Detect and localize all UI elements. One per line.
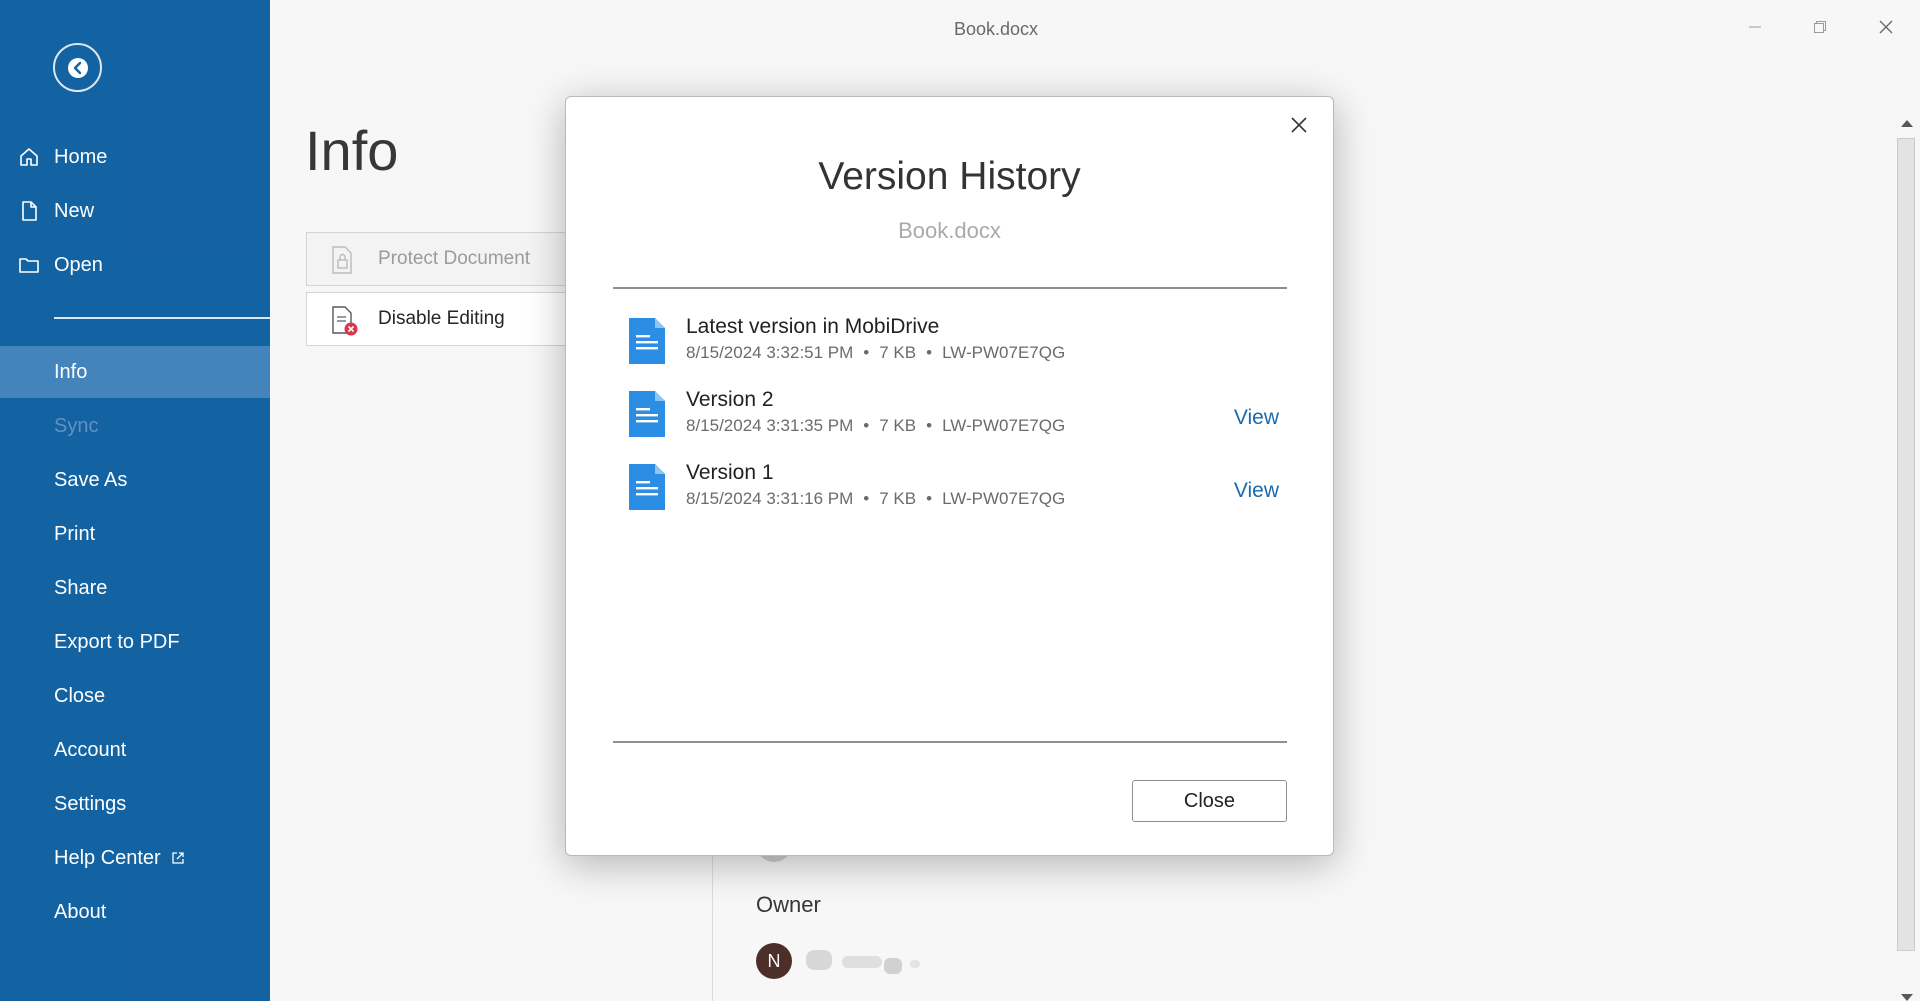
version-size: 7 KB <box>879 416 917 435</box>
version-name: Version 2 <box>686 388 774 411</box>
version-device: LW-PW07E7QG <box>942 343 1066 362</box>
version-size: 7 KB <box>879 343 917 362</box>
version-date: 8/15/2024 3:31:35 PM <box>686 416 854 435</box>
separator-dot: • <box>926 416 933 435</box>
version-history-dialog: Version History Book.docx Latest version… <box>565 96 1334 856</box>
version-size: 7 KB <box>879 489 917 508</box>
version-name: Latest version in MobiDrive <box>686 315 940 338</box>
dialog-title: Version History <box>818 155 1081 198</box>
document-icon <box>629 318 665 364</box>
close-button[interactable]: Close <box>1132 780 1287 822</box>
dialog-divider <box>613 741 1287 743</box>
version-date: 8/15/2024 3:31:16 PM <box>686 489 854 508</box>
separator-dot: • <box>863 416 870 435</box>
view-version-link[interactable]: View <box>1234 406 1279 430</box>
separator-dot: • <box>926 489 933 508</box>
version-meta: 8/15/2024 3:32:51 PM • 7 KB • LW-PW07E7QG <box>686 343 1065 363</box>
version-device: LW-PW07E7QG <box>942 489 1066 508</box>
document-icon <box>629 464 665 510</box>
dialog-subtitle: Book.docx <box>898 218 1001 243</box>
version-row-2[interactable]: Version 2 8/15/2024 3:31:35 PM • 7 KB • LW-P… <box>613 386 1287 448</box>
separator-dot: • <box>926 343 933 362</box>
version-row-1[interactable]: Version 1 8/15/2024 3:31:16 PM • 7 KB • LW-P… <box>613 459 1287 521</box>
dialog-divider <box>613 287 1287 289</box>
version-date: 8/15/2024 3:32:51 PM <box>686 343 854 362</box>
separator-dot: • <box>863 489 870 508</box>
separator-dot: • <box>863 343 870 362</box>
dialog-close-x-button[interactable] <box>1285 111 1313 139</box>
version-device: LW-PW07E7QG <box>942 416 1066 435</box>
version-meta: 8/15/2024 3:31:16 PM • 7 KB • LW-PW07E7QG <box>686 489 1065 509</box>
view-version-link[interactable]: View <box>1234 479 1279 503</box>
version-meta: 8/15/2024 3:31:35 PM • 7 KB • LW-PW07E7QG <box>686 416 1065 436</box>
version-row-latest[interactable]: Latest version in MobiDrive 8/15/2024 3:… <box>613 313 1287 375</box>
close-icon <box>1291 117 1307 133</box>
version-name: Version 1 <box>686 461 774 484</box>
document-icon <box>629 391 665 437</box>
